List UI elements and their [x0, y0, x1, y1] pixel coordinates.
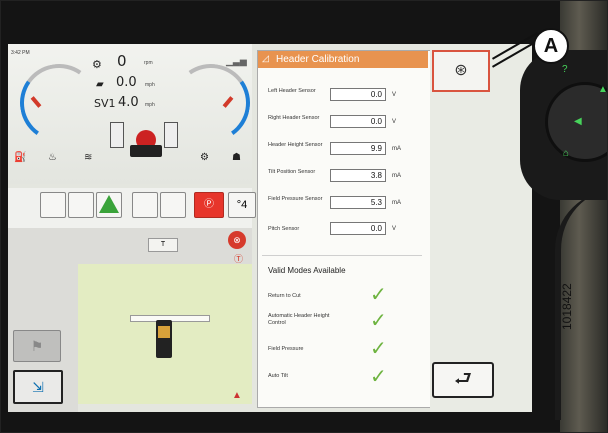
- figure-border: [0, 0, 608, 433]
- figure-stage: 3:42 PM ⚙ 0 rpm ▰ 0.0 mph SV1 4.0 mph ▁▃…: [0, 0, 608, 433]
